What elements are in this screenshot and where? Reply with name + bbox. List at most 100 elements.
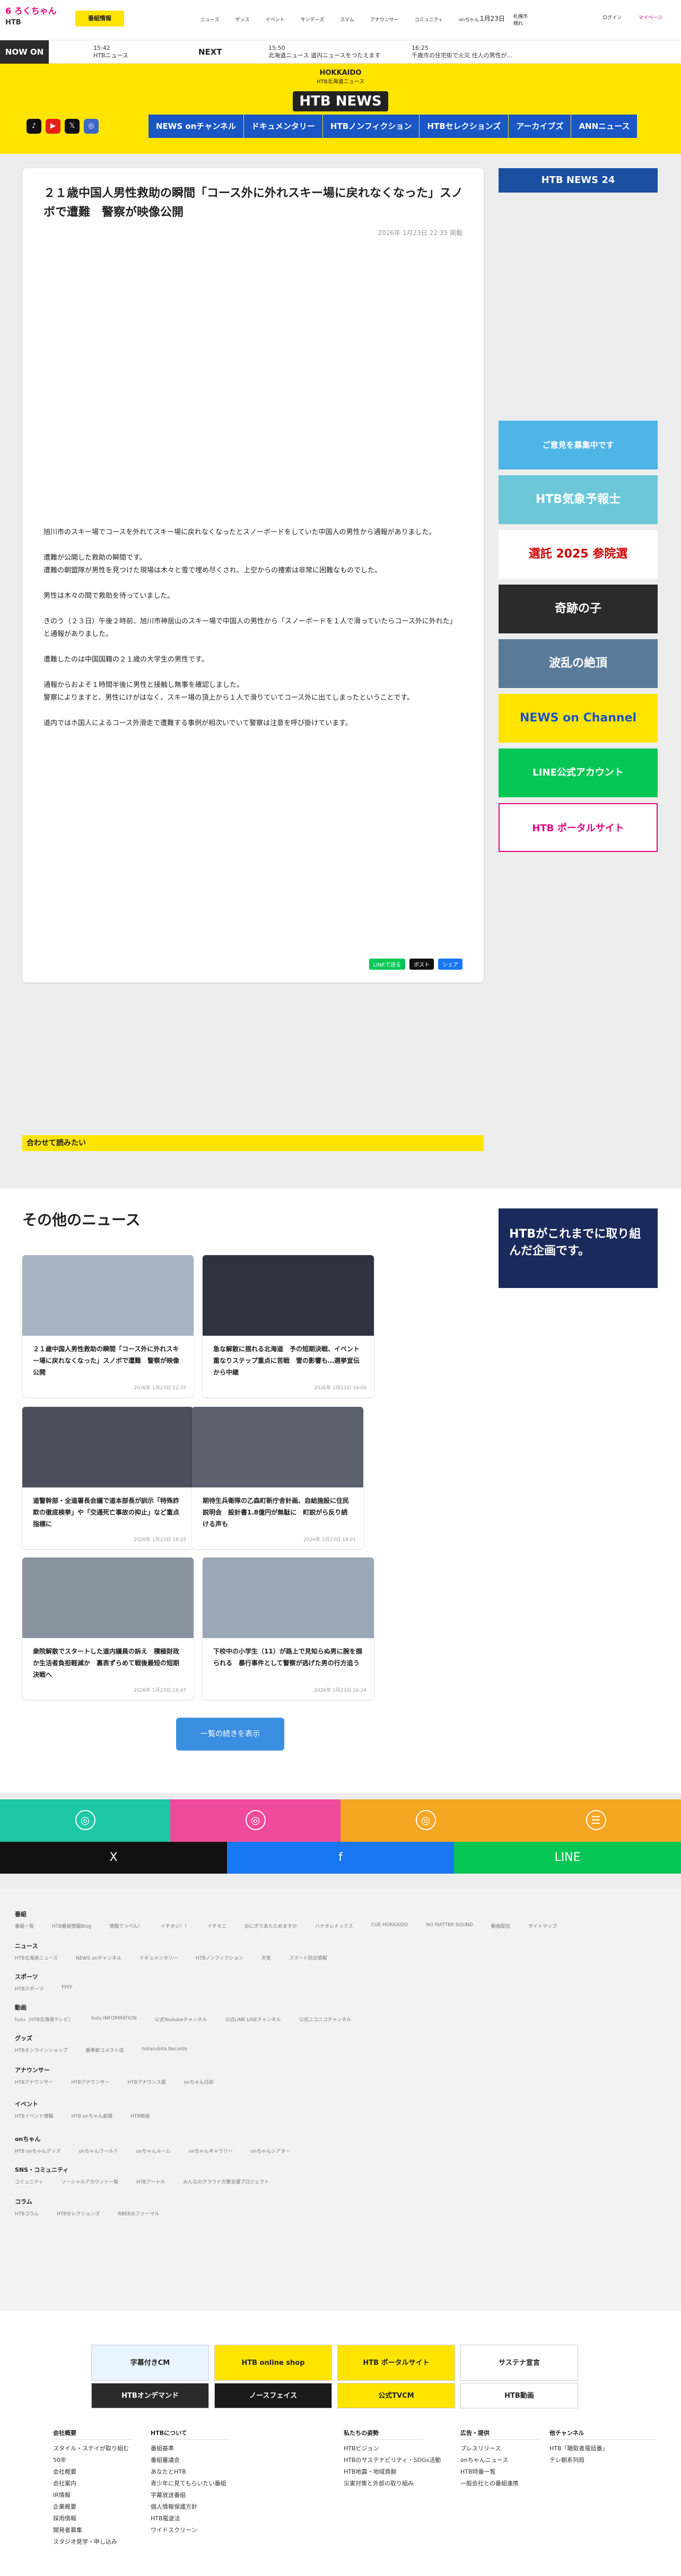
election-banner[interactable]: 選託 2025 参院選 xyxy=(499,530,658,579)
sitemap-link[interactable]: HTBオンラインショップ xyxy=(15,2047,67,2053)
sitemap-link[interactable]: HTBイベント情報 xyxy=(15,2112,53,2119)
footer-tile-green[interactable]: ◎ xyxy=(0,1799,170,1842)
news-card[interactable]: ２１歳中国人男性救助の瞬間「コース外に外れスキー場に戻れなくなった」スノボで遭難… xyxy=(22,1255,194,1397)
footer-link[interactable]: 青少年に見てもらいたい番組 xyxy=(151,2478,230,2490)
sitemap-link[interactable]: hulu INFORMATION xyxy=(91,2016,137,2023)
documentary-banner[interactable]: 波乱の絶頂 xyxy=(499,639,658,688)
projects-banner[interactable]: HTBがこれまでに取り組んだ企画です。 xyxy=(499,1208,658,1288)
nav-item[interactable]: アナウンサー xyxy=(370,16,399,23)
news-card[interactable]: 急な解散に揺れる北海道 予の短期決戦、イベント重なりステップ重点に苦戦 雪の影響… xyxy=(203,1255,374,1397)
footer-link[interactable]: 番組基準 xyxy=(151,2443,230,2455)
sitemap-link[interactable]: イチオシ！！ xyxy=(161,1922,189,1929)
x-icon[interactable]: 𝕏 xyxy=(65,119,80,134)
tiktok-icon[interactable]: ♪ xyxy=(27,119,41,134)
news-card[interactable]: 道警幹部・全道署長会議で道本部長が訓示「特殊詐欺の徹底検挙」や「交通死亡事故の抑… xyxy=(22,1407,194,1549)
sitemap-link[interactable]: イチモニ xyxy=(207,1922,226,1929)
login-link[interactable]: ログイン xyxy=(603,14,622,21)
footer-link[interactable]: HTB「聴取者電話番」 xyxy=(549,2443,656,2455)
sitemap-link[interactable]: hulu（HTB北海道テレビ） xyxy=(15,2016,73,2023)
sitemap-link[interactable]: 情報てっぺん！ xyxy=(109,1922,142,1929)
nav-item[interactable]: サンデーズ xyxy=(301,16,325,23)
footer-facebook-share[interactable]: f xyxy=(227,1842,454,1874)
footer-tile-sns[interactable]: ☰ xyxy=(511,1799,681,1842)
facebook-share-button[interactable]: シェア xyxy=(438,959,462,970)
footer-line-share[interactable]: LINE xyxy=(454,1842,681,1874)
load-more-button[interactable]: 一覧の続きを表示 xyxy=(176,1718,284,1751)
footer-link[interactable]: 企業概要 xyxy=(53,2501,133,2513)
nav-item[interactable]: ゲッス xyxy=(235,16,250,23)
footer-link[interactable]: プレスリリース xyxy=(460,2443,540,2455)
sitemap-link[interactable]: NEWS onチャンネル xyxy=(76,1954,121,1961)
footer-link[interactable]: HTB地震・地域貢献 xyxy=(344,2466,441,2478)
line-share-button[interactable]: LINEで送る xyxy=(369,959,405,970)
nav-item[interactable]: onちゃん xyxy=(459,16,479,23)
footer-banner[interactable]: HTBオンデマンド xyxy=(91,2383,209,2408)
sitemap-link[interactable]: HTBコラム xyxy=(15,2210,39,2217)
now-program[interactable]: 15:42 HTBニュース xyxy=(93,45,128,59)
sitemap-link[interactable]: みんなのクラウド方策支援プロジェクト xyxy=(183,2178,269,2185)
sitemap-link[interactable]: HTBアートル xyxy=(136,2178,165,2185)
sitemap-link[interactable]: HTB onちゃんグッズ xyxy=(15,2147,61,2154)
subnav-item[interactable]: HTBセレクションズ xyxy=(420,115,509,138)
news24-banner[interactable]: HTB NEWS 24 xyxy=(499,168,658,193)
forecaster-banner[interactable]: HTB気象予報士 xyxy=(499,475,658,524)
subnav-item[interactable]: HTBノンフィクション xyxy=(322,115,420,138)
sitemap-link[interactable]: 番季節コメスト店 xyxy=(85,2047,124,2053)
nav-item[interactable]: ニュース xyxy=(200,16,220,23)
footer-link[interactable]: スタイル・ステイが取り組む xyxy=(53,2443,133,2455)
footer-x-share[interactable]: X xyxy=(0,1842,227,1874)
sitemap-link[interactable]: HTB onちゃん劇場 xyxy=(71,2112,112,2119)
footer-link[interactable]: 災害対策と外部の取り組み xyxy=(344,2478,441,2490)
sitemap-link[interactable]: ハナタレナックス xyxy=(315,1922,353,1929)
sitemap-link[interactable]: onちゃん日誌 xyxy=(184,2078,214,2085)
sitemap-link[interactable]: 公式Youtubeチャンネル xyxy=(155,2016,207,2023)
footer-link[interactable]: 一般会社との番組連携 xyxy=(460,2478,540,2490)
sitemap-link[interactable]: 公式ニコニコチャンネル xyxy=(299,2016,352,2023)
kiseki-banner[interactable]: 奇跡の子 xyxy=(499,585,658,633)
instagram-icon[interactable]: ◎ xyxy=(84,119,99,134)
footer-link[interactable]: あなたとHTB xyxy=(151,2466,230,2478)
footer-banner[interactable]: ノースフェイス xyxy=(214,2383,332,2408)
sitemap-link[interactable]: 天気 xyxy=(261,1954,271,1961)
sitemap-link[interactable]: 動画配信 xyxy=(491,1922,510,1929)
footer-link[interactable]: テレ朝系列局 xyxy=(549,2455,656,2466)
sitemap-link[interactable]: FFFF xyxy=(62,1985,73,1992)
sitemap-link[interactable]: サイトマップ xyxy=(528,1922,557,1929)
footer-banner[interactable]: HTB動画 xyxy=(460,2383,578,2408)
footer-link[interactable]: スタジオ見学・申し込み xyxy=(53,2536,133,2548)
footer-link[interactable]: HTB特番一覧 xyxy=(460,2466,540,2478)
htb-news-logo[interactable]: HOKKAIDO HTB北海道ニュース HTB NEWS xyxy=(277,69,404,117)
next2-program[interactable]: 16:25 千歳市の住宅街で火災 住人の男性が… xyxy=(412,45,618,59)
portal-banner[interactable]: HTB ポータルサイト xyxy=(499,803,658,852)
footer-link[interactable]: HTB電波法 xyxy=(151,2513,230,2525)
mypage-link[interactable]: マイページ xyxy=(639,14,662,21)
footer-link[interactable]: HTBのサステナビリティ・SDGs活動 xyxy=(344,2455,441,2466)
sitemap-link[interactable]: ソーシャルアカウント一覧 xyxy=(61,2178,118,2185)
sitemap-link[interactable]: HTBセレクションズ xyxy=(57,2210,100,2217)
sitemap-link[interactable]: CUE HOKKAIDO xyxy=(371,1922,408,1929)
footer-tile-pink[interactable]: ◎ xyxy=(170,1799,340,1842)
footer-link[interactable]: 番組審議会 xyxy=(151,2455,230,2466)
submission-banner[interactable]: ご意見を募集中です xyxy=(499,421,658,469)
footer-link[interactable]: 会社概要 xyxy=(53,2466,133,2478)
footer-link[interactable]: HTBビジョン xyxy=(344,2443,441,2455)
line-official-banner[interactable]: LINE公式アカウント xyxy=(499,749,658,797)
sitemap-link[interactable]: スマート防災情報 xyxy=(289,1954,327,1961)
sitemap-link[interactable]: HTB映画 xyxy=(130,2112,150,2119)
news-card[interactable]: 下校中の小学生（11）が路上で見知らぬ男に腕を掴られる 暴行事件として警察が逃げ… xyxy=(203,1557,374,1700)
footer-tile-orange[interactable]: ◎ xyxy=(340,1799,511,1842)
x-share-button[interactable]: ポスト xyxy=(409,959,434,970)
sitemap-link[interactable]: RBEEのファーマル xyxy=(118,2210,159,2217)
footer-banner[interactable]: サステナ宣言 xyxy=(460,2345,578,2381)
sitemap-link[interactable]: onちゃんワールド xyxy=(79,2147,118,2154)
news-on-channel-banner[interactable]: NEWS on Channel xyxy=(499,694,658,743)
footer-link[interactable]: 会社案内 xyxy=(53,2478,133,2490)
footer-banner[interactable]: HTB ポータルサイト xyxy=(337,2345,455,2381)
footer-link[interactable]: onちゃんニュース xyxy=(460,2455,540,2466)
next-program[interactable]: 15:50 北海道ニュース 道内ニュースをつたえます xyxy=(268,45,380,59)
sitemap-link[interactable]: HTBアナウンサー xyxy=(71,2078,109,2085)
weather-widget[interactable]: 札幌市 晴れ xyxy=(513,14,528,28)
sitemap-link[interactable]: HTBアナウンサー xyxy=(15,2078,53,2085)
footer-link[interactable]: ワイドスクリーン xyxy=(151,2525,230,2536)
subnav-item[interactable]: ドキュメンタリー xyxy=(243,115,323,138)
